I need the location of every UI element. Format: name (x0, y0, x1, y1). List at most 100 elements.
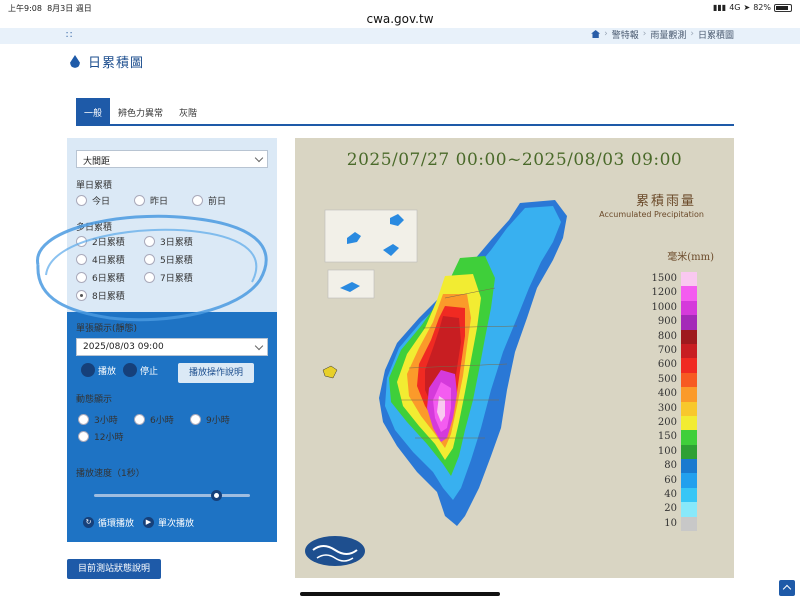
radio-3h[interactable]: 3小時 (78, 413, 118, 426)
legend-label: 1500 (651, 273, 677, 284)
tab-bar: 一般 辨色力異常 灰階 (76, 98, 205, 124)
play-label: 播放 (98, 366, 117, 377)
scroll-top-button[interactable] (779, 580, 795, 596)
tab-grayscale[interactable]: 灰階 (171, 98, 205, 124)
radio-icon (192, 195, 203, 206)
radio-12h[interactable]: 12小時 (78, 430, 123, 443)
loop-play-label: 循環播放 (98, 519, 135, 529)
radio-yesterday[interactable]: 昨日 (134, 194, 168, 207)
speed-slider-track[interactable] (94, 494, 250, 497)
radio-2day[interactable]: 2日累積 (76, 235, 125, 248)
single-play-button[interactable]: ▶ 單次播放 (143, 516, 194, 529)
legend-label: 500 (657, 373, 677, 385)
radio-selected-icon (76, 290, 87, 301)
chevron-down-icon (254, 341, 264, 351)
breadcrumb-item[interactable]: 日累積圖 (698, 28, 734, 41)
play-radio-icon (81, 363, 95, 377)
radio-8day[interactable]: 8日累積 (76, 289, 125, 302)
radio-6day[interactable]: 6日累積 (76, 271, 125, 284)
tab-normal[interactable]: 一般 (76, 98, 111, 124)
legend-label: 1000 (651, 301, 677, 313)
single-play-label: 單次播放 (158, 519, 195, 529)
radio-icon (144, 272, 155, 283)
legend-swatch (681, 516, 697, 532)
play-radio[interactable]: 播放 (81, 363, 116, 377)
datetime-select[interactable]: 2025/08/03 09:00 (76, 338, 268, 356)
breadcrumb-item[interactable]: 雨量觀測 (650, 28, 686, 41)
radio-label: 7日累積 (160, 274, 193, 284)
legend-label: 700 (657, 345, 677, 356)
radio-label: 3日累積 (160, 238, 193, 248)
rainfall-legend: 1500 1200 1000 900 800 700 600 500 400 300 200 150 1… (652, 272, 697, 532)
loop-icon: ↻ (83, 517, 94, 528)
legend-label: 40 (664, 489, 677, 500)
breadcrumb-separator-icon: › (604, 29, 608, 39)
legend-swatch (681, 487, 697, 503)
rainfall-map: 2025/07/27 00:00~2025/08/03 09:00 累積雨量 A… (295, 138, 734, 578)
legend-label: 10 (664, 517, 677, 529)
legend-swatch (681, 415, 697, 431)
radio-day-before[interactable]: 前日 (192, 194, 226, 207)
radio-icon (190, 414, 201, 425)
legend-swatch (681, 343, 697, 359)
legend-label: 1200 (651, 287, 677, 299)
datetime-select-value: 2025/08/03 09:00 (83, 342, 164, 352)
status-right: ▮▮▮ 4G ➤ 82% (713, 3, 792, 12)
radio-icon (78, 414, 89, 425)
stop-radio-icon (123, 363, 137, 377)
speed-slider-handle[interactable] (210, 490, 222, 501)
radio-icon (76, 272, 87, 283)
menu-grid-icon[interactable]: ∷ (66, 30, 73, 41)
location-icon: ➤ (743, 3, 751, 12)
legend-swatch (681, 315, 697, 330)
url-bar[interactable]: cwa.gov.tw (0, 12, 800, 26)
signal-icon: ▮▮▮ (713, 3, 727, 12)
radio-icon (144, 254, 155, 265)
loop-play-button[interactable]: ↻ 循環播放 (83, 516, 134, 529)
legend-label: 100 (657, 445, 677, 457)
home-indicator (300, 592, 500, 596)
legend-swatch (681, 372, 697, 388)
radio-icon (134, 414, 145, 425)
legend-swatch (681, 272, 697, 287)
stop-label: 停止 (140, 366, 159, 377)
radio-today[interactable]: 今日 (76, 194, 110, 207)
breadcrumb-item[interactable]: 警特報 (612, 28, 639, 41)
legend-label: 600 (657, 359, 677, 371)
radio-9h[interactable]: 9小時 (190, 413, 230, 426)
radio-label: 5日累積 (160, 256, 193, 266)
radio-label: 前日 (208, 197, 227, 207)
radio-label: 12小時 (94, 433, 124, 443)
legend-swatch (681, 329, 697, 344)
home-icon[interactable] (591, 30, 601, 38)
page-title-text: 日累積圖 (88, 56, 145, 71)
radio-3day[interactable]: 3日累積 (144, 235, 193, 248)
single-day-label: 單日累積 (76, 181, 113, 191)
radio-label: 4日累積 (92, 256, 125, 266)
legend-label: 900 (657, 316, 677, 328)
tab-color-blind[interactable]: 辨色力異常 (110, 98, 171, 124)
map-caption-en: Accumulated Precipitation (599, 210, 704, 219)
legend-label: 400 (657, 388, 677, 400)
radio-4day[interactable]: 4日累積 (76, 253, 125, 266)
stop-radio[interactable]: 停止 (123, 363, 158, 377)
still-display-label: 單張顯示(靜態) (76, 324, 138, 334)
playback-help-button[interactable]: 播放操作說明 (178, 363, 254, 383)
radio-icon (134, 195, 145, 206)
radio-6h[interactable]: 6小時 (134, 413, 174, 426)
control-panel: 大間距 單日累積 今日 昨日 前日 多日累積 2日累積 3日累積 4日累積 5日… (67, 138, 277, 542)
radio-label: 3小時 (94, 416, 118, 426)
radio-icon (78, 431, 89, 442)
radio-5day[interactable]: 5日累積 (144, 253, 193, 266)
station-status-button[interactable]: 目前測站狀態說明 (67, 559, 161, 579)
scale-select[interactable]: 大間距 (76, 150, 268, 168)
legend-swatch (681, 401, 697, 416)
radio-label: 2日累積 (92, 238, 125, 248)
radio-7day[interactable]: 7日累積 (144, 271, 193, 284)
scale-select-value: 大間距 (83, 157, 111, 167)
map-caption-cn: 累積雨量 (635, 194, 696, 209)
legend-label: 800 (657, 330, 677, 342)
penghu-islands (322, 365, 338, 379)
legend-swatch (681, 430, 697, 445)
legend-label: 300 (657, 402, 677, 414)
